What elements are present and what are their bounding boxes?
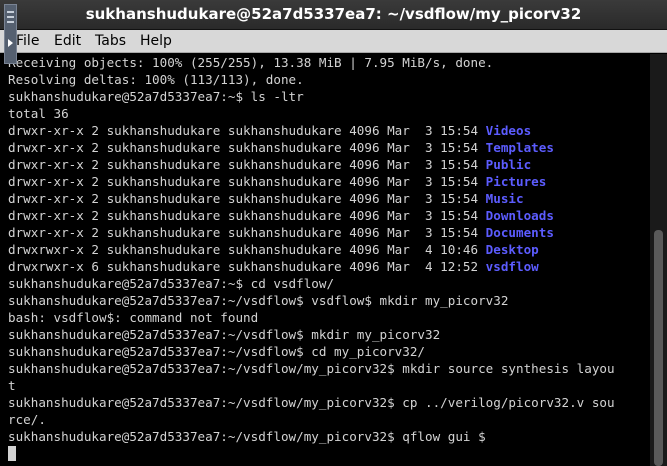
terminal-line: drwxr-xr-x 2 sukhanshudukare sukhanshudu…	[8, 224, 554, 241]
terminal-line-text: Resolving deltas: 100% (113/113), done.	[8, 72, 304, 87]
terminal-line: t	[8, 377, 16, 394]
scrollbar-thumb[interactable]	[654, 230, 663, 466]
directory-name: Public	[485, 157, 532, 172]
terminal-line: sukhanshudukare@52a7d5337ea7:~$ ls -ltr	[8, 88, 304, 105]
terminal-line-text: drwxr-xr-x 2 sukhanshudukare sukhanshudu…	[8, 191, 486, 206]
terminal-line-text: Receiving objects: 100% (255/255), 13.38…	[8, 55, 494, 70]
terminal-line-text: t	[8, 378, 16, 393]
terminal-line: Resolving deltas: 100% (113/113), done.	[8, 71, 304, 88]
directory-name: Templates	[485, 140, 554, 155]
terminal-line-text: drwxr-xr-x 2 sukhanshudukare sukhanshudu…	[8, 140, 486, 155]
terminal-line: drwxr-xr-x 2 sukhanshudukare sukhanshudu…	[8, 173, 546, 190]
directory-name: Desktop	[485, 242, 539, 257]
terminal-line-text: rce/.	[8, 412, 46, 427]
directory-name: Downloads	[485, 208, 554, 223]
terminal-line-text: bash: vsdflow$: command not found	[8, 310, 259, 325]
terminal-line-text: sukhanshudukare@52a7d5337ea7:~/vsdflow$ …	[8, 293, 509, 308]
terminal-line-text: drwxrwxr-x 6 sukhanshudukare sukhanshudu…	[8, 259, 486, 274]
terminal-line-text: drwxr-xr-x 2 sukhanshudukare sukhanshudu…	[8, 174, 486, 189]
terminal-line: Receiving objects: 100% (255/255), 13.38…	[8, 54, 493, 71]
terminal-line-text: sukhanshudukare@52a7d5337ea7:~/vsdflow/m…	[8, 395, 615, 410]
terminal-line: sukhanshudukare@52a7d5337ea7:~/vsdflow$ …	[8, 326, 440, 343]
directory-name: vsdflow	[485, 259, 539, 274]
menu-tabs[interactable]: Tabs	[95, 32, 126, 50]
terminal-line: sukhanshudukare@52a7d5337ea7:~/vsdflow/m…	[8, 394, 615, 411]
terminal-line-text: sukhanshudukare@52a7d5337ea7:~/vsdflow$ …	[8, 344, 426, 359]
terminal-line-text: drwxr-xr-x 2 sukhanshudukare sukhanshudu…	[8, 157, 486, 172]
terminal-line: drwxr-xr-x 2 sukhanshudukare sukhanshudu…	[8, 139, 554, 156]
window-menu-icon[interactable]	[4, 4, 17, 64]
terminal-line: bash: vsdflow$: command not found	[8, 309, 258, 326]
terminal-line: sukhanshudukare@52a7d5337ea7:~/vsdflow/m…	[8, 428, 486, 445]
directory-name: Documents	[485, 225, 554, 240]
directory-name: Music	[485, 191, 524, 206]
terminal-line-text: sukhanshudukare@52a7d5337ea7:~/vsdflow/m…	[8, 361, 615, 376]
terminal-line-text: drwxr-xr-x 2 sukhanshudukare sukhanshudu…	[8, 123, 486, 138]
terminal-output[interactable]: Receiving objects: 100% (255/255), 13.38…	[8, 54, 648, 466]
terminal-line: drwxr-xr-x 2 sukhanshudukare sukhanshudu…	[8, 122, 531, 139]
terminal-line: drwxr-xr-x 2 sukhanshudukare sukhanshudu…	[8, 190, 524, 207]
play-arrow-icon	[8, 39, 13, 47]
title-bar[interactable]: sukhanshudukare@52a7d5337ea7: ~/vsdflow/…	[0, 0, 667, 30]
terminal-line-text: total 36	[8, 106, 69, 121]
terminal-line: drwxrwxr-x 6 sukhanshudukare sukhanshudu…	[8, 258, 539, 275]
terminal-line: sukhanshudukare@52a7d5337ea7:~/vsdflow$ …	[8, 292, 508, 309]
terminal-line-text: drwxr-xr-x 2 sukhanshudukare sukhanshudu…	[8, 208, 486, 223]
terminal-line-text: drwxrwxr-x 2 sukhanshudukare sukhanshudu…	[8, 242, 486, 257]
terminal-line-text: drwxr-xr-x 2 sukhanshudukare sukhanshudu…	[8, 225, 486, 240]
terminal-line-text: sukhanshudukare@52a7d5337ea7:~/vsdflow$ …	[8, 327, 441, 342]
terminal-line-text: sukhanshudukare@52a7d5337ea7:~$ cd vsdfl…	[8, 276, 335, 291]
terminal-line: rce/.	[8, 411, 46, 428]
menu-edit[interactable]: Edit	[54, 32, 81, 50]
terminal-line: drwxr-xr-x 2 sukhanshudukare sukhanshudu…	[8, 156, 531, 173]
terminal-line: total 36	[8, 105, 69, 122]
directory-name: Pictures	[485, 174, 547, 189]
terminal-window: sukhanshudukare@52a7d5337ea7: ~/vsdflow/…	[0, 0, 667, 466]
vertical-scrollbar[interactable]	[650, 54, 667, 466]
text-cursor	[8, 446, 16, 461]
menu-file[interactable]: File	[16, 32, 39, 50]
terminal-line: drwxr-xr-x 2 sukhanshudukare sukhanshudu…	[8, 207, 554, 224]
terminal-line-text: sukhanshudukare@52a7d5337ea7:~$ ls -ltr	[8, 89, 304, 104]
window-title: sukhanshudukare@52a7d5337ea7: ~/vsdflow/…	[85, 5, 582, 23]
menu-bar: File Edit Tabs Help	[0, 30, 667, 53]
menu-help[interactable]: Help	[140, 32, 172, 50]
terminal-line: drwxrwxr-x 2 sukhanshudukare sukhanshudu…	[8, 241, 539, 258]
terminal-line: sukhanshudukare@52a7d5337ea7:~$ cd vsdfl…	[8, 275, 334, 292]
terminal-line: sukhanshudukare@52a7d5337ea7:~/vsdflow/m…	[8, 360, 615, 377]
directory-name: Videos	[485, 123, 532, 138]
terminal-line: sukhanshudukare@52a7d5337ea7:~/vsdflow$ …	[8, 343, 425, 360]
terminal-line-text: sukhanshudukare@52a7d5337ea7:~/vsdflow/m…	[8, 429, 486, 444]
